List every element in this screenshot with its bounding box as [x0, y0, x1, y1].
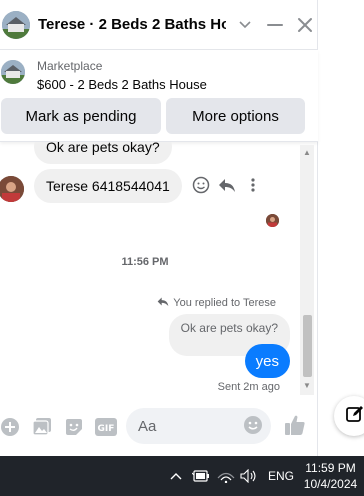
message-bubble-outgoing[interactable]: yes [244, 344, 290, 378]
more-options-button[interactable]: More options [166, 98, 305, 134]
sent-status: Sent 2m ago [217, 381, 280, 393]
marketplace-label: Marketplace [37, 59, 103, 73]
message-input-placeholder: Aa [138, 417, 157, 435]
clock-time: 11:59 PM [305, 461, 356, 475]
close-icon[interactable] [292, 12, 318, 38]
more-vertical-icon[interactable] [244, 176, 262, 199]
new-message-button[interactable] [334, 396, 364, 436]
message-list: Ok are pets okay? Terese 6418544041 11:5… [0, 142, 300, 394]
gif-icon[interactable]: GIF [94, 415, 118, 439]
sticker-icon[interactable] [62, 415, 86, 439]
taskbar: ENG 11:59 PM 10/4/2024 [0, 456, 364, 496]
minimize-icon[interactable] [262, 12, 288, 38]
chevron-down-icon[interactable] [232, 12, 258, 38]
battery-icon[interactable] [192, 466, 210, 486]
plus-circle-icon[interactable] [0, 415, 22, 439]
message-input[interactable]: Aa [126, 408, 271, 444]
gif-label: GIF [98, 424, 115, 434]
replied-indicator: You replied to Terese [157, 296, 276, 310]
message-bubble-incoming[interactable]: Ok are pets okay? [34, 142, 172, 164]
emoji-react-icon[interactable] [192, 176, 210, 199]
chat-header: Terese · 2 Beds 2 Baths Ho... [0, 0, 318, 50]
avatar[interactable] [0, 176, 24, 202]
listing-title[interactable]: $600 - 2 Beds 2 Baths House [37, 77, 207, 92]
thumbs-up-icon[interactable] [284, 414, 306, 441]
scroll-up-icon[interactable]: ▲ [303, 149, 311, 157]
message-bubble-incoming[interactable]: Terese 6418544041 [34, 169, 182, 203]
scrollbar[interactable]: ▲ ▼ [300, 145, 314, 395]
listing-thumbnail[interactable] [1, 60, 25, 84]
replied-label: You replied to Terese [173, 297, 276, 309]
clock-date: 10/4/2024 [303, 477, 358, 491]
read-receipt-avatar [266, 214, 279, 227]
chevron-up-icon[interactable] [170, 466, 182, 486]
listing-avatar[interactable] [2, 10, 30, 39]
chat-window: Terese · 2 Beds 2 Baths Ho... Marketplac… [0, 0, 318, 456]
message-composer: GIF Aa [0, 404, 318, 450]
message-actions [192, 176, 262, 199]
photo-icon[interactable] [30, 415, 54, 439]
emoji-icon[interactable] [243, 415, 263, 439]
message-timestamp: 11:56 PM [121, 256, 169, 268]
system-clock[interactable]: 11:59 PM 10/4/2024 [303, 460, 358, 492]
scroll-down-icon[interactable]: ▼ [303, 382, 311, 390]
input-language[interactable]: ENG [268, 469, 294, 483]
chat-title[interactable]: Terese · 2 Beds 2 Baths Ho... [38, 16, 226, 33]
compose-icon [346, 405, 364, 428]
wifi-icon[interactable] [217, 466, 235, 486]
marketplace-panel: Marketplace $600 - 2 Beds 2 Baths House … [0, 50, 318, 142]
scroll-thumb[interactable] [303, 315, 312, 377]
quoted-text: Ok are pets okay? [180, 321, 278, 335]
reply-icon[interactable] [218, 177, 236, 198]
volume-icon[interactable] [240, 466, 258, 486]
reply-icon [157, 296, 169, 310]
mark-as-pending-button[interactable]: Mark as pending [1, 98, 161, 134]
